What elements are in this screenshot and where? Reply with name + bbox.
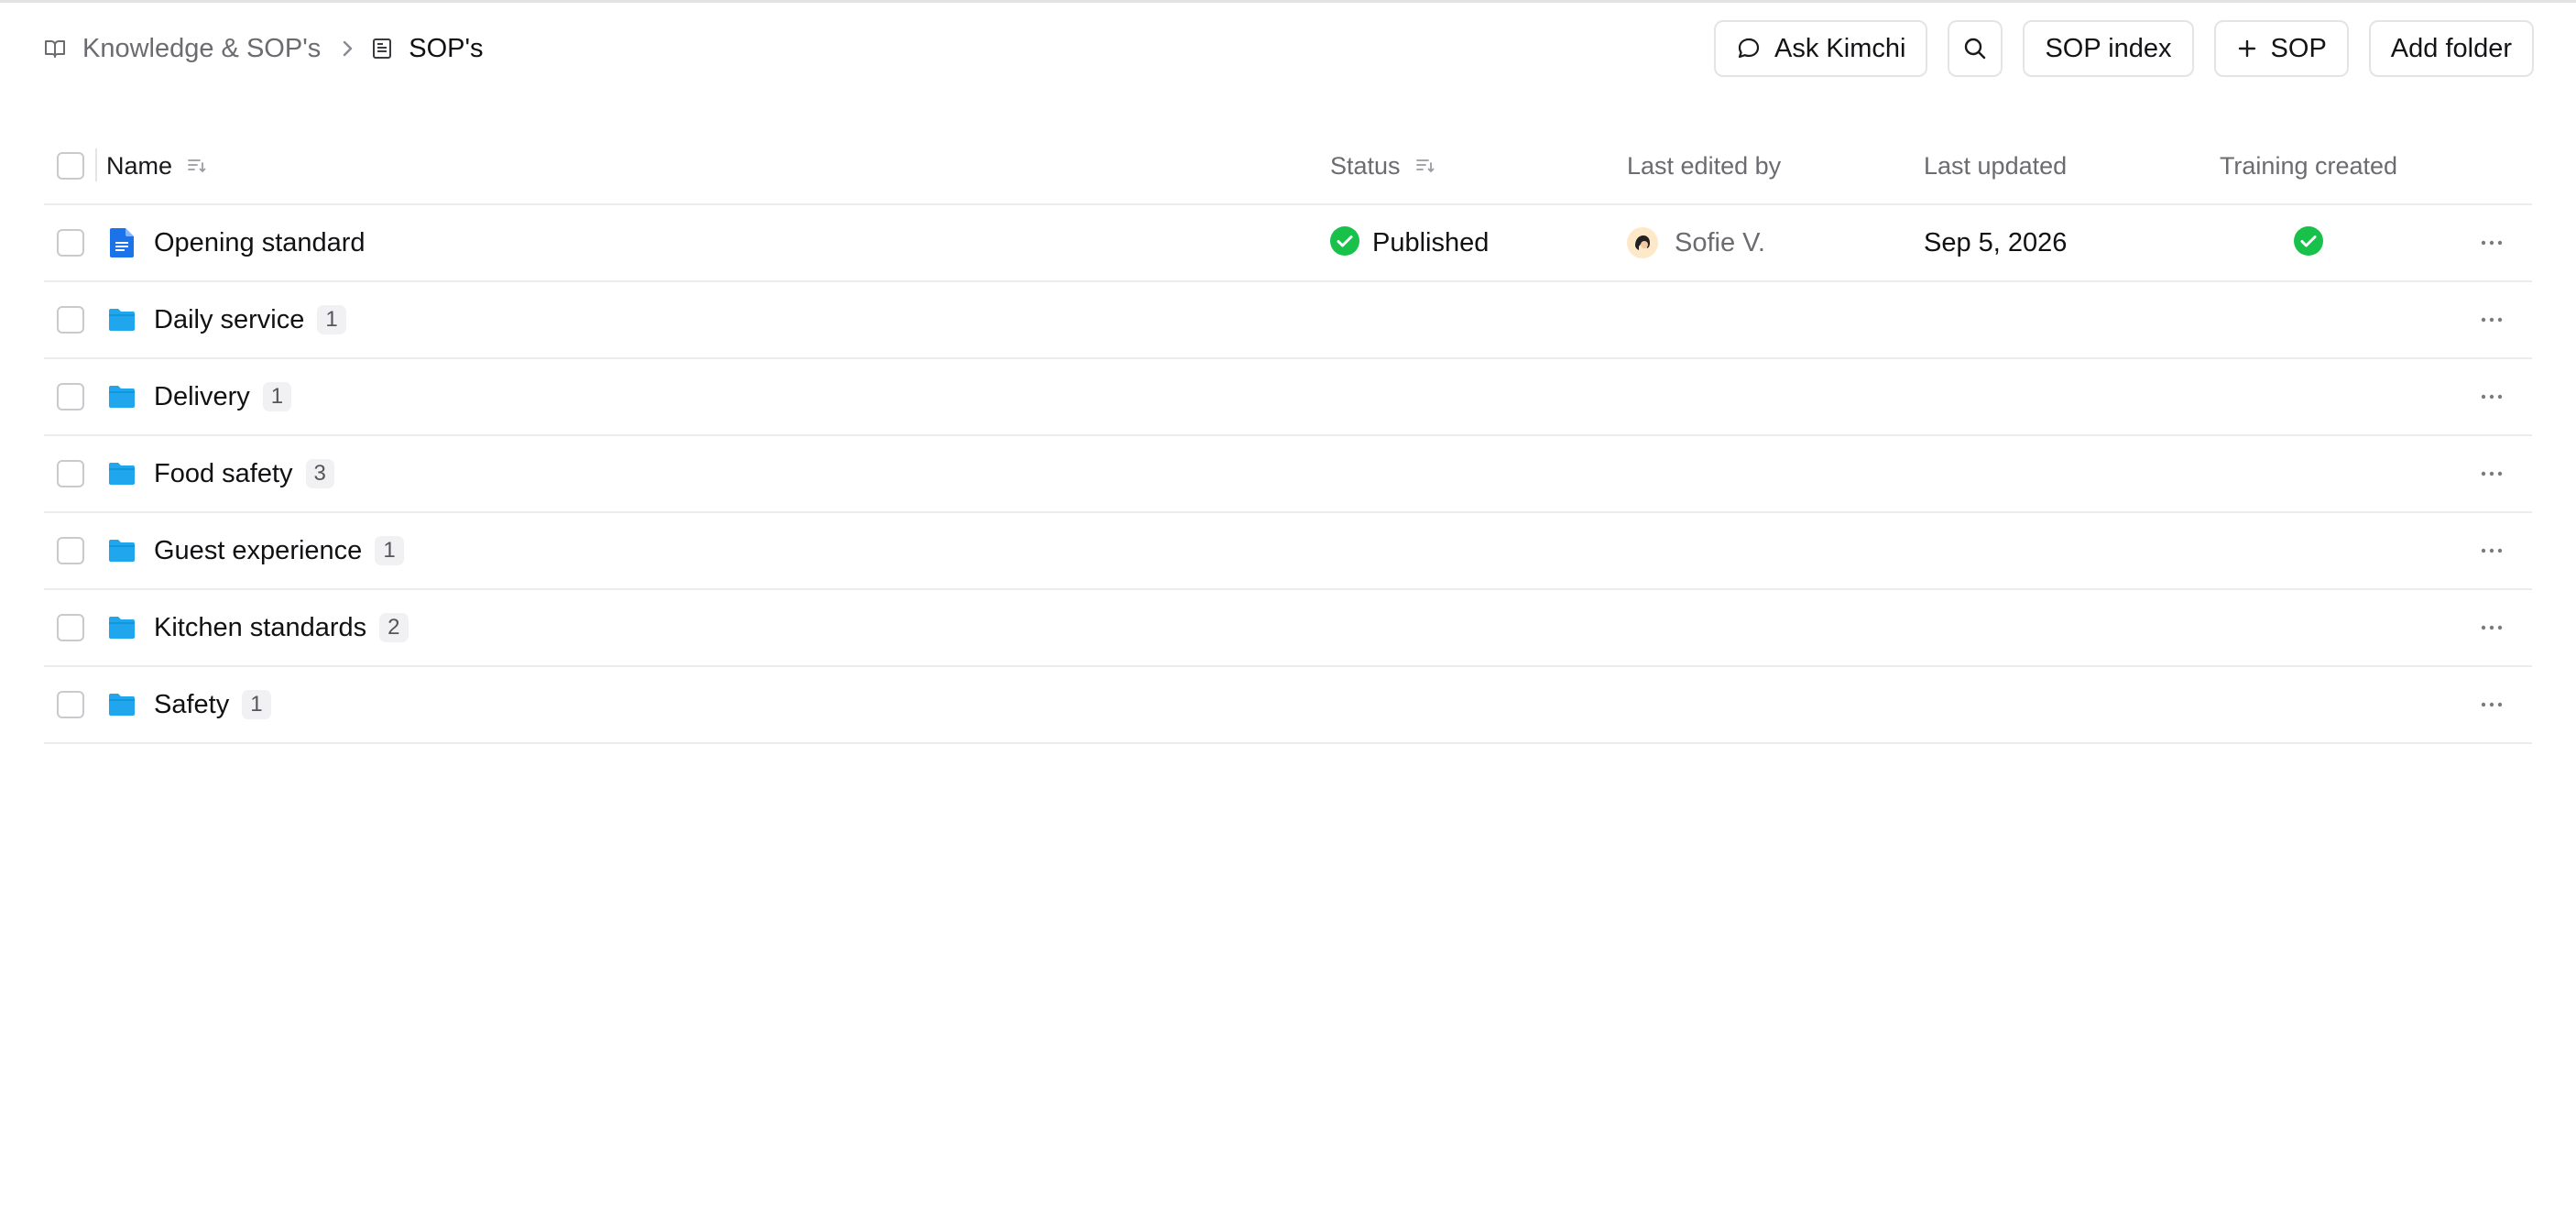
- column-header-status[interactable]: Status: [1330, 152, 1435, 181]
- status-badge: Published: [1372, 227, 1490, 257]
- column-header-last-edited-by: Last edited by: [1627, 151, 1782, 180]
- row-name[interactable]: Guest experience: [154, 536, 362, 566]
- updated-date: Sep 5, 2026: [1924, 227, 2068, 257]
- folder-icon: [106, 304, 137, 335]
- book-open-icon: [44, 38, 66, 59]
- row-name[interactable]: Daily service: [154, 305, 304, 335]
- row-checkbox[interactable]: [57, 383, 84, 410]
- add-folder-label: Add folder: [2390, 33, 2512, 63]
- table-row-food-safety[interactable]: Food safety 3: [44, 436, 2532, 513]
- chevron-right-icon: [341, 38, 354, 59]
- breadcrumb-parent-label: Knowledge & SOP's: [82, 33, 322, 63]
- folder-icon: [106, 381, 137, 412]
- more-options-icon[interactable]: [2473, 455, 2510, 492]
- folder-icon: [106, 535, 137, 566]
- more-options-icon[interactable]: [2473, 224, 2510, 261]
- table-row-daily-service[interactable]: Daily service 1: [44, 282, 2532, 359]
- folder-icon: [106, 689, 137, 720]
- table-row-delivery[interactable]: Delivery 1: [44, 359, 2532, 436]
- table-row-kitchen-standards[interactable]: Kitchen standards 2: [44, 590, 2532, 667]
- breadcrumb-current-label: SOP's: [409, 33, 484, 63]
- add-folder-button[interactable]: Add folder: [2368, 20, 2534, 77]
- row-name[interactable]: Safety: [154, 690, 229, 720]
- page-icon: [372, 38, 392, 60]
- more-options-icon[interactable]: [2473, 609, 2510, 646]
- folder-icon: [106, 458, 137, 489]
- row-checkbox[interactable]: [57, 614, 84, 641]
- ask-kimchi-button[interactable]: Ask Kimchi: [1714, 20, 1928, 77]
- row-name[interactable]: Kitchen standards: [154, 613, 366, 643]
- item-count-badge: 1: [242, 690, 271, 719]
- more-options-icon[interactable]: [2473, 301, 2510, 338]
- column-header-training-created: Training created: [2219, 151, 2398, 180]
- row-checkbox[interactable]: [57, 306, 84, 334]
- header-actions: Ask Kimchi SOP index SOP Add folder: [1714, 20, 2534, 77]
- row-name[interactable]: Food safety: [154, 459, 293, 489]
- column-status-label: Status: [1330, 151, 1401, 180]
- item-count-badge: 1: [375, 536, 404, 565]
- add-sop-label: SOP: [2270, 33, 2327, 63]
- row-checkbox[interactable]: [57, 460, 84, 487]
- more-options-icon[interactable]: [2473, 378, 2510, 415]
- search-icon: [1962, 36, 1988, 61]
- table-header: Name Status Last edited by Last updated …: [44, 128, 2532, 205]
- column-header-name[interactable]: Name: [106, 152, 207, 181]
- editor-name: Sofie V.: [1675, 227, 1765, 257]
- training-created-check-icon: [2294, 225, 2323, 260]
- breadcrumb: Knowledge & SOP's SOP's: [44, 20, 484, 77]
- sort-icon[interactable]: [187, 158, 207, 174]
- add-sop-button[interactable]: SOP: [2213, 20, 2349, 77]
- check-circle-icon: [1330, 225, 1359, 260]
- table-row-safety[interactable]: Safety 1: [44, 667, 2532, 744]
- item-count-badge: 2: [379, 613, 409, 642]
- row-name[interactable]: Opening standard: [154, 228, 366, 258]
- chat-bubble-icon: [1736, 36, 1762, 61]
- page-header: Knowledge & SOP's SOP's Ask Kimchi SOP i…: [44, 20, 2534, 77]
- sop-table: Name Status Last edited by Last updated …: [44, 128, 2532, 744]
- select-all-checkbox[interactable]: [57, 152, 84, 180]
- sort-icon[interactable]: [1415, 158, 1435, 174]
- column-header-last-updated: Last updated: [1924, 151, 2068, 180]
- avatar: [1627, 227, 1658, 258]
- item-count-badge: 1: [317, 305, 346, 334]
- breadcrumb-sops[interactable]: SOP's: [372, 33, 484, 64]
- folder-icon: [106, 612, 137, 643]
- table-row-opening-standard[interactable]: Opening standard Published Sofie V. Sep …: [44, 205, 2532, 282]
- plus-icon: [2236, 38, 2258, 60]
- sop-index-label: SOP index: [2045, 33, 2172, 63]
- row-checkbox[interactable]: [57, 691, 84, 718]
- table-row-guest-experience[interactable]: Guest experience 1: [44, 513, 2532, 590]
- row-checkbox[interactable]: [57, 229, 84, 257]
- column-divider: [95, 148, 97, 181]
- row-checkbox[interactable]: [57, 537, 84, 564]
- top-border: [0, 0, 2576, 3]
- more-options-icon[interactable]: [2473, 686, 2510, 723]
- column-name-label: Name: [106, 151, 173, 180]
- item-count-badge: 1: [262, 382, 292, 411]
- ask-kimchi-label: Ask Kimchi: [1774, 33, 1906, 63]
- row-name[interactable]: Delivery: [154, 382, 250, 412]
- search-button[interactable]: [1948, 20, 2003, 77]
- breadcrumb-knowledge-sops[interactable]: Knowledge & SOP's: [44, 34, 321, 64]
- item-count-badge: 3: [305, 459, 334, 488]
- more-options-icon[interactable]: [2473, 532, 2510, 569]
- sop-index-button[interactable]: SOP index: [2023, 20, 2194, 77]
- document-icon: [106, 227, 137, 258]
